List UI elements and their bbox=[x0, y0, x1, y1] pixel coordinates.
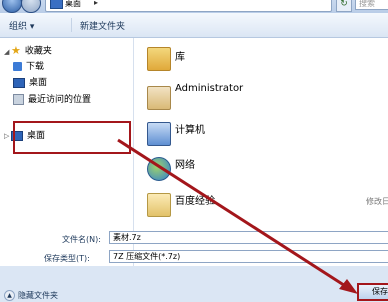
annotation-arrow bbox=[117, 138, 358, 294]
